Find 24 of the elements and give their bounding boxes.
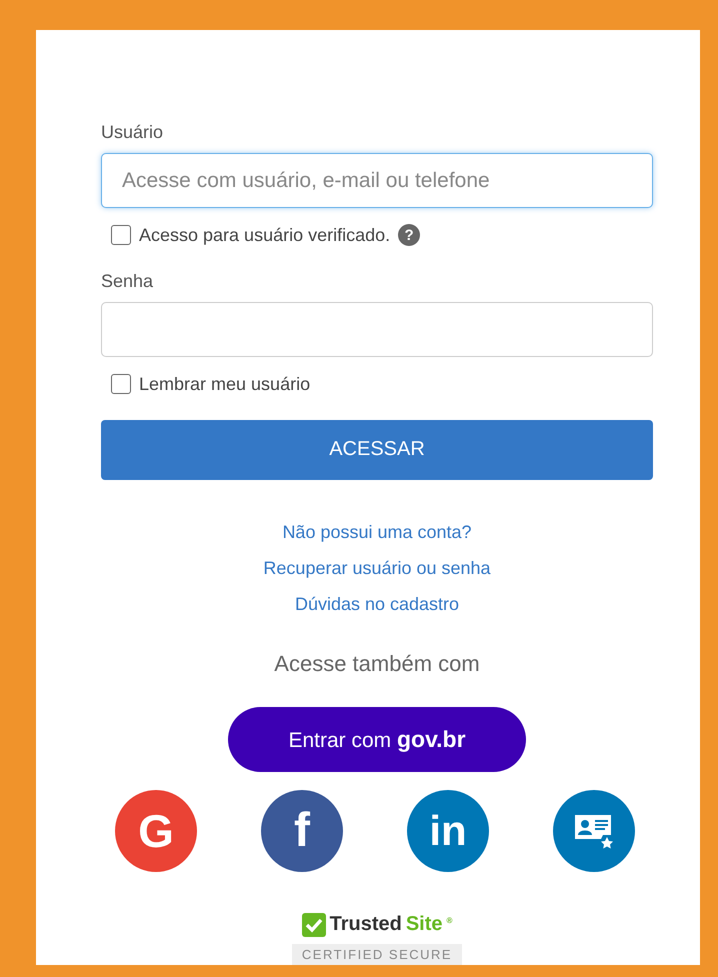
linkedin-button[interactable]: in bbox=[407, 790, 489, 872]
govbr-login-button[interactable]: Entrar com gov.br bbox=[228, 706, 526, 772]
seal-caption: CERTIFIED SECURE bbox=[292, 944, 462, 965]
checkbox[interactable] bbox=[111, 374, 131, 394]
field-label: Senha bbox=[101, 270, 154, 292]
section-heading: Acesse também com bbox=[273, 650, 481, 677]
link[interactable]: Dúvidas no cadastro bbox=[294, 594, 460, 615]
username-field[interactable]: Acesse com usuário, e-mail ou telefone bbox=[101, 153, 653, 208]
submit-button[interactable]: ACESSAR bbox=[101, 420, 653, 480]
checkbox-label: Lembrar meu usuário bbox=[139, 374, 310, 395]
id-card-icon bbox=[573, 812, 615, 849]
checkbox[interactable] bbox=[111, 225, 131, 246]
password-field[interactable] bbox=[101, 302, 653, 357]
check-icon bbox=[302, 912, 326, 937]
seal-brand: Site bbox=[406, 913, 443, 936]
google-button[interactable]: G bbox=[115, 790, 197, 872]
link[interactable]: Não possui uma conta? bbox=[282, 522, 472, 543]
facebook-button[interactable]: f bbox=[261, 790, 343, 872]
field-label: Usuário bbox=[101, 122, 164, 144]
checkbox-label: Acesso para usuário verificado. bbox=[139, 224, 390, 246]
link[interactable]: Recuperar usuário ou senha bbox=[263, 558, 491, 579]
seal-brand: Trusted bbox=[330, 913, 402, 936]
registered-mark: ® bbox=[446, 916, 452, 925]
help-icon[interactable]: ? bbox=[398, 224, 420, 246]
